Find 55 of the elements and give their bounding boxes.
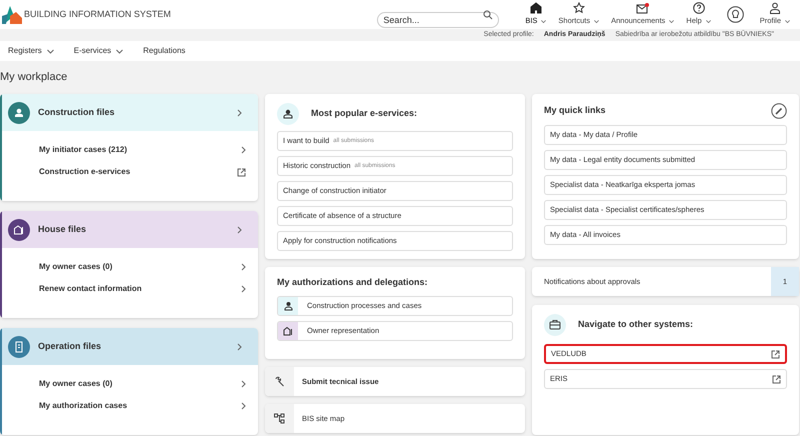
menu-item[interactable]: Regulations [143, 45, 186, 57]
external-link-icon [237, 168, 246, 176]
chevron-icon [785, 18, 790, 24]
chevron-icon [241, 263, 246, 271]
chevron-icon [46, 48, 54, 54]
chevron-icon [116, 48, 124, 54]
site-title: BUILDING INFORMATION SYSTEM [24, 8, 171, 21]
chevron-icon [669, 18, 674, 24]
card-header[interactable]: Construction files [0, 94, 258, 131]
card-link[interactable]: My authorization cases [39, 399, 246, 413]
star-icon [572, 2, 585, 14]
chevron-icon [706, 18, 711, 24]
card-link[interactable]: Construction e-services [39, 165, 246, 179]
worker-icon [277, 103, 299, 125]
chevron-icon [237, 226, 242, 234]
help-icon [692, 2, 705, 14]
card-title: Navigate to other systems: [578, 318, 694, 332]
menu-item[interactable]: Registers [8, 45, 54, 57]
card-link[interactable]: My owner cases (0) [39, 377, 246, 391]
search-icon [483, 10, 494, 20]
briefcase-icon [544, 314, 566, 336]
chevron-icon [241, 380, 246, 388]
chevron-icon [594, 18, 600, 24]
external-link-icon [771, 350, 780, 358]
page-title: My workplace [0, 70, 68, 85]
sitemap-icon [274, 413, 285, 424]
card-title: Most popular e-services: [311, 107, 418, 120]
card-link[interactable]: Renew contact information [39, 282, 246, 296]
chevron-icon [237, 342, 242, 350]
card-title: My authorizations and delegations: [277, 276, 429, 289]
lightbulb-icon[interactable] [726, 6, 744, 23]
envelope-icon [636, 2, 650, 14]
card-link[interactable]: My owner cases (0) [39, 260, 246, 274]
home-icon [530, 2, 542, 14]
chevron-icon [241, 285, 246, 293]
chevron-icon [237, 108, 242, 116]
worker-icon [284, 300, 292, 310]
worker-icon [8, 102, 30, 124]
chevron-icon [541, 18, 546, 24]
card-header[interactable]: House files [0, 211, 258, 248]
chevron-icon [241, 402, 246, 410]
house-icon [283, 326, 293, 336]
card-header[interactable]: Operation files [0, 328, 258, 365]
logo-icon[interactable] [2, 4, 22, 26]
external-link-icon [772, 374, 781, 384]
house-icon [8, 218, 30, 240]
building-icon [8, 336, 30, 358]
search-field[interactable]: Search... [377, 12, 500, 28]
user-icon [768, 2, 781, 14]
menu-item[interactable]: E-services [74, 45, 124, 57]
card-title: My quick links [544, 104, 606, 118]
chevron-icon [241, 146, 246, 154]
edit-icon[interactable] [771, 103, 787, 119]
wrench-icon [274, 376, 285, 387]
card-link[interactable]: My initiator cases (212) [39, 143, 246, 157]
